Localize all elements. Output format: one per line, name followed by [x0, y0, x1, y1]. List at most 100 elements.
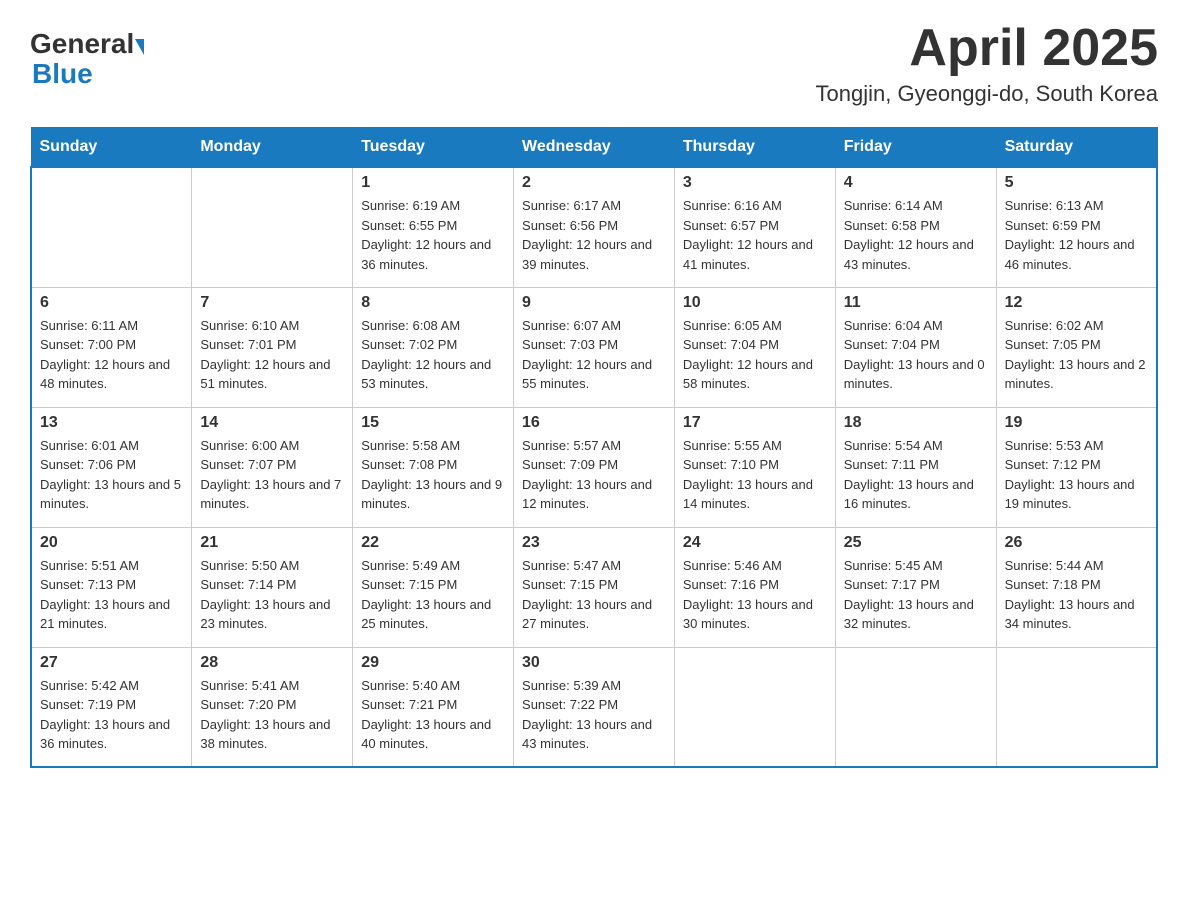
- day-info: Sunrise: 5:40 AMSunset: 7:21 PMDaylight:…: [361, 676, 505, 754]
- calendar-cell: 19 Sunrise: 5:53 AMSunset: 7:12 PMDayligh…: [996, 407, 1157, 527]
- calendar-cell: 11Sunrise: 6:04 AMSunset: 7:04 PMDayligh…: [835, 287, 996, 407]
- day-info: Sunrise: 6:16 AMSunset: 6:57 PMDaylight:…: [683, 196, 827, 274]
- day-info: Sunrise: 5:49 AMSunset: 7:15 PMDaylight:…: [361, 556, 505, 634]
- calendar-cell: 1 Sunrise: 6:19 AMSunset: 6:55 PMDaylight…: [353, 167, 514, 287]
- day-info: Sunrise: 6:14 AMSunset: 6:58 PMDaylight:…: [844, 196, 988, 274]
- day-info: Sunrise: 5:57 AMSunset: 7:09 PMDaylight:…: [522, 436, 666, 514]
- calendar-cell: 10 Sunrise: 6:05 AMSunset: 7:04 PMDayligh…: [674, 287, 835, 407]
- day-info: Sunrise: 6:11 AMSunset: 7:00 PMDaylight:…: [40, 316, 183, 394]
- calendar-cell: [996, 647, 1157, 767]
- column-header-saturday: Saturday: [996, 128, 1157, 168]
- page-header: General Blue April 2025 Tongjin, Gyeongg…: [30, 20, 1158, 107]
- calendar-cell: 23 Sunrise: 5:47 AMSunset: 7:15 PMDayligh…: [514, 527, 675, 647]
- day-number: 19: [1005, 414, 1148, 432]
- calendar-cell: [192, 167, 353, 287]
- calendar-cell: 18Sunrise: 5:54 AMSunset: 7:11 PMDayligh…: [835, 407, 996, 527]
- day-number: 7: [200, 294, 344, 312]
- calendar-cell: 27Sunrise: 5:42 AMSunset: 7:19 PMDayligh…: [31, 647, 192, 767]
- calendar-cell: [674, 647, 835, 767]
- day-number: 1: [361, 174, 505, 192]
- day-number: 15: [361, 414, 505, 432]
- day-number: 20: [40, 534, 183, 552]
- calendar-week-row: 1 Sunrise: 6:19 AMSunset: 6:55 PMDaylight…: [31, 167, 1157, 287]
- calendar-table: SundayMondayTuesdayWednesdayThursdayFrid…: [30, 127, 1158, 768]
- calendar-week-row: 6 Sunrise: 6:11 AMSunset: 7:00 PMDaylight…: [31, 287, 1157, 407]
- day-number: 28: [200, 654, 344, 672]
- day-info: Sunrise: 5:41 AMSunset: 7:20 PMDaylight:…: [200, 676, 344, 754]
- day-info: Sunrise: 5:44 AMSunset: 7:18 PMDaylight:…: [1005, 556, 1148, 634]
- day-info: Sunrise: 6:19 AMSunset: 6:55 PMDaylight:…: [361, 196, 505, 274]
- calendar-cell: 24 Sunrise: 5:46 AMSunset: 7:16 PMDayligh…: [674, 527, 835, 647]
- day-number: 10: [683, 294, 827, 312]
- calendar-cell: 16 Sunrise: 5:57 AMSunset: 7:09 PMDayligh…: [514, 407, 675, 527]
- calendar-cell: [31, 167, 192, 287]
- day-number: 5: [1005, 174, 1148, 192]
- column-header-friday: Friday: [835, 128, 996, 168]
- day-info: Sunrise: 6:08 AMSunset: 7:02 PMDaylight:…: [361, 316, 505, 394]
- day-number: 13: [40, 414, 183, 432]
- day-info: Sunrise: 5:47 AMSunset: 7:15 PMDaylight:…: [522, 556, 666, 634]
- day-number: 12: [1005, 294, 1148, 312]
- day-info: Sunrise: 6:05 AMSunset: 7:04 PMDaylight:…: [683, 316, 827, 394]
- calendar-week-row: 13Sunrise: 6:01 AMSunset: 7:06 PMDayligh…: [31, 407, 1157, 527]
- day-number: 24: [683, 534, 827, 552]
- day-number: 17: [683, 414, 827, 432]
- calendar-cell: 14Sunrise: 6:00 AMSunset: 7:07 PMDayligh…: [192, 407, 353, 527]
- day-info: Sunrise: 5:45 AMSunset: 7:17 PMDaylight:…: [844, 556, 988, 634]
- day-info: Sunrise: 6:07 AMSunset: 7:03 PMDaylight:…: [522, 316, 666, 394]
- day-number: 4: [844, 174, 988, 192]
- logo-blue-text: Blue: [32, 58, 144, 90]
- day-info: Sunrise: 5:42 AMSunset: 7:19 PMDaylight:…: [40, 676, 183, 754]
- calendar-cell: 13Sunrise: 6:01 AMSunset: 7:06 PMDayligh…: [31, 407, 192, 527]
- title-section: April 2025 Tongjin, Gyeonggi-do, South K…: [816, 20, 1158, 107]
- calendar-cell: 8Sunrise: 6:08 AMSunset: 7:02 PMDaylight…: [353, 287, 514, 407]
- day-info: Sunrise: 6:02 AMSunset: 7:05 PMDaylight:…: [1005, 316, 1148, 394]
- day-number: 6: [40, 294, 183, 312]
- calendar-week-row: 20 Sunrise: 5:51 AMSunset: 7:13 PMDayligh…: [31, 527, 1157, 647]
- day-number: 11: [844, 294, 988, 312]
- calendar-cell: 5 Sunrise: 6:13 AMSunset: 6:59 PMDaylight…: [996, 167, 1157, 287]
- day-info: Sunrise: 6:00 AMSunset: 7:07 PMDaylight:…: [200, 436, 344, 514]
- column-header-wednesday: Wednesday: [514, 128, 675, 168]
- day-number: 29: [361, 654, 505, 672]
- day-info: Sunrise: 5:55 AMSunset: 7:10 PMDaylight:…: [683, 436, 827, 514]
- day-info: Sunrise: 6:13 AMSunset: 6:59 PMDaylight:…: [1005, 196, 1148, 274]
- calendar-cell: 21 Sunrise: 5:50 AMSunset: 7:14 PMDayligh…: [192, 527, 353, 647]
- calendar-cell: 26 Sunrise: 5:44 AMSunset: 7:18 PMDayligh…: [996, 527, 1157, 647]
- day-info: Sunrise: 5:51 AMSunset: 7:13 PMDaylight:…: [40, 556, 183, 634]
- calendar-cell: 4 Sunrise: 6:14 AMSunset: 6:58 PMDaylight…: [835, 167, 996, 287]
- day-number: 23: [522, 534, 666, 552]
- calendar-cell: 30Sunrise: 5:39 AMSunset: 7:22 PMDayligh…: [514, 647, 675, 767]
- calendar-cell: 20 Sunrise: 5:51 AMSunset: 7:13 PMDayligh…: [31, 527, 192, 647]
- day-number: 2: [522, 174, 666, 192]
- day-info: Sunrise: 5:50 AMSunset: 7:14 PMDaylight:…: [200, 556, 344, 634]
- calendar-week-row: 27Sunrise: 5:42 AMSunset: 7:19 PMDayligh…: [31, 647, 1157, 767]
- day-number: 9: [522, 294, 666, 312]
- day-number: 26: [1005, 534, 1148, 552]
- day-number: 21: [200, 534, 344, 552]
- calendar-title: April 2025: [816, 20, 1158, 77]
- column-header-monday: Monday: [192, 128, 353, 168]
- day-number: 16: [522, 414, 666, 432]
- day-number: 22: [361, 534, 505, 552]
- calendar-cell: 2 Sunrise: 6:17 AMSunset: 6:56 PMDaylight…: [514, 167, 675, 287]
- logo-general-text: General: [30, 30, 134, 58]
- calendar-cell: 28 Sunrise: 5:41 AMSunset: 7:20 PMDayligh…: [192, 647, 353, 767]
- calendar-cell: 12 Sunrise: 6:02 AMSunset: 7:05 PMDayligh…: [996, 287, 1157, 407]
- logo-triangle-icon: [135, 39, 144, 55]
- day-info: Sunrise: 5:53 AMSunset: 7:12 PMDaylight:…: [1005, 436, 1148, 514]
- calendar-cell: 9 Sunrise: 6:07 AMSunset: 7:03 PMDaylight…: [514, 287, 675, 407]
- calendar-cell: [835, 647, 996, 767]
- day-number: 25: [844, 534, 988, 552]
- calendar-cell: 15 Sunrise: 5:58 AMSunset: 7:08 PMDayligh…: [353, 407, 514, 527]
- logo: General Blue: [30, 30, 144, 90]
- day-info: Sunrise: 6:17 AMSunset: 6:56 PMDaylight:…: [522, 196, 666, 274]
- column-header-sunday: Sunday: [31, 128, 192, 168]
- day-info: Sunrise: 5:58 AMSunset: 7:08 PMDaylight:…: [361, 436, 505, 514]
- column-header-tuesday: Tuesday: [353, 128, 514, 168]
- calendar-cell: 6 Sunrise: 6:11 AMSunset: 7:00 PMDaylight…: [31, 287, 192, 407]
- calendar-subtitle: Tongjin, Gyeonggi-do, South Korea: [816, 81, 1158, 107]
- column-header-thursday: Thursday: [674, 128, 835, 168]
- day-info: Sunrise: 5:46 AMSunset: 7:16 PMDaylight:…: [683, 556, 827, 634]
- day-number: 18: [844, 414, 988, 432]
